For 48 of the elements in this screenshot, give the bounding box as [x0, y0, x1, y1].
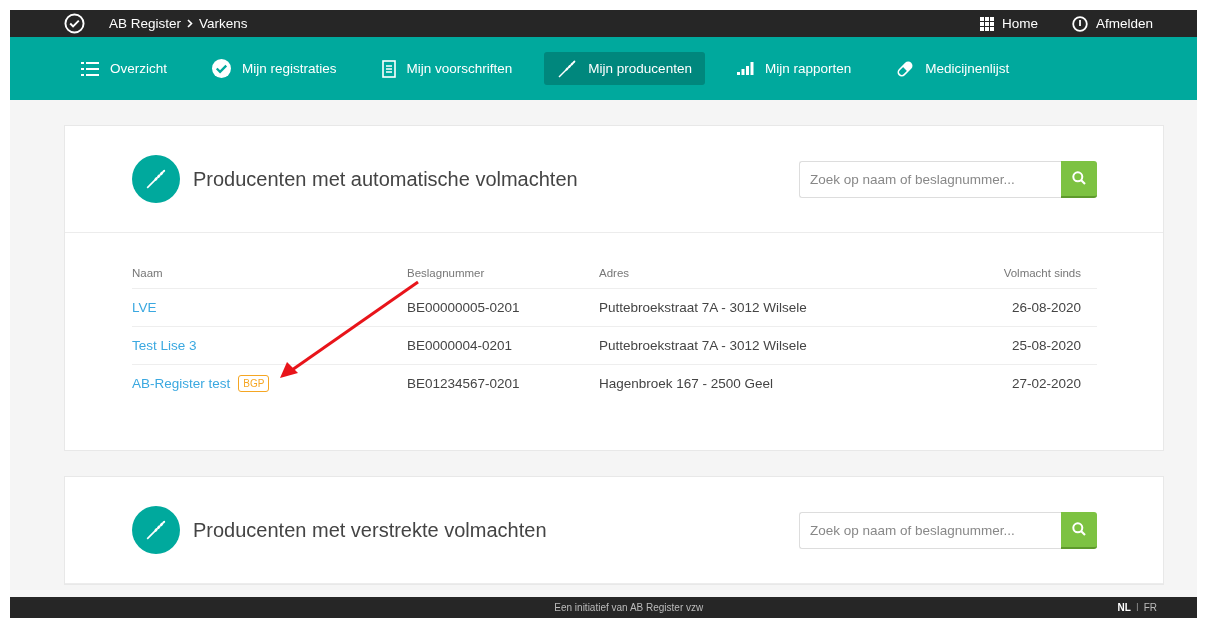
section-title: Producenten met verstrekte volmachten	[193, 518, 548, 542]
grid-icon	[979, 16, 994, 31]
search-icon	[1072, 522, 1086, 536]
home-link[interactable]: Home	[1001, 16, 1038, 31]
table-cell: Puttebroekstraat 7A - 3012 Wilsele	[599, 326, 943, 365]
table-cell: 25-08-2020	[942, 326, 1097, 365]
breadcrumb-current: Varkens	[199, 16, 248, 31]
nav-tab[interactable]: Overzicht	[68, 52, 180, 85]
check-circle-icon	[212, 59, 231, 78]
chevron-right-icon	[187, 19, 194, 28]
search-field[interactable]: Zoek op naam of beslagnummer...	[799, 511, 1061, 549]
column-header: Volmacht sinds	[942, 267, 1097, 289]
language-link[interactable]: NL	[1117, 602, 1131, 613]
pill-icon	[896, 59, 915, 78]
producer-link[interactable]: AB-Register test	[132, 376, 231, 391]
section-title: Producenten met automatische volmachten	[193, 167, 579, 191]
table-cell: 26-08-2020	[942, 288, 1097, 327]
search-button[interactable]	[1061, 511, 1097, 549]
list-icon	[81, 61, 99, 76]
nav-tab[interactable]: Mijn producenten	[544, 52, 705, 85]
tag: BGP	[238, 375, 270, 392]
nav-tab[interactable]: Mijn rapporten	[723, 52, 865, 85]
check-circle-icon	[64, 13, 85, 34]
footer-text: Een initiatief van AB Register vzw	[553, 602, 705, 613]
document-icon	[381, 59, 396, 78]
column-header: Beslagnummer	[407, 267, 599, 289]
language-link[interactable]: FR	[1143, 602, 1157, 613]
search-icon	[1072, 171, 1086, 185]
table-cell: BE01234567-0201	[407, 364, 599, 402]
search-field[interactable]: Zoek op naam of beslagnummer...	[799, 160, 1061, 198]
bar-chart-icon	[736, 62, 754, 75]
table-cell: Puttebroekstraat 7A - 3012 Wilsele	[599, 288, 943, 327]
column-header: Adres	[599, 267, 943, 289]
nav-tab[interactable]: Medicijnenlijst	[883, 52, 1023, 85]
table-cell: 27-02-2020	[942, 364, 1097, 402]
logout-link[interactable]: Afmelden	[1095, 16, 1153, 31]
table-cell: BE00000005-0201	[407, 288, 599, 327]
table-cell: BE0000004-0201	[407, 326, 599, 365]
separator: I	[1135, 602, 1139, 613]
breadcrumb-link[interactable]: AB Register	[109, 16, 182, 31]
nav-tab[interactable]: Mijn registraties	[199, 52, 350, 85]
table-cell: Hagenbroek 167 - 2500 Geel	[599, 364, 943, 402]
power-icon	[1071, 15, 1088, 32]
producer-link[interactable]: LVE	[132, 300, 157, 315]
producer-link[interactable]: Test Lise 3	[132, 338, 197, 353]
search-button[interactable]	[1061, 160, 1097, 198]
nav-tab[interactable]: Mijn voorschriften	[368, 52, 526, 85]
column-header: Naam	[132, 267, 407, 289]
